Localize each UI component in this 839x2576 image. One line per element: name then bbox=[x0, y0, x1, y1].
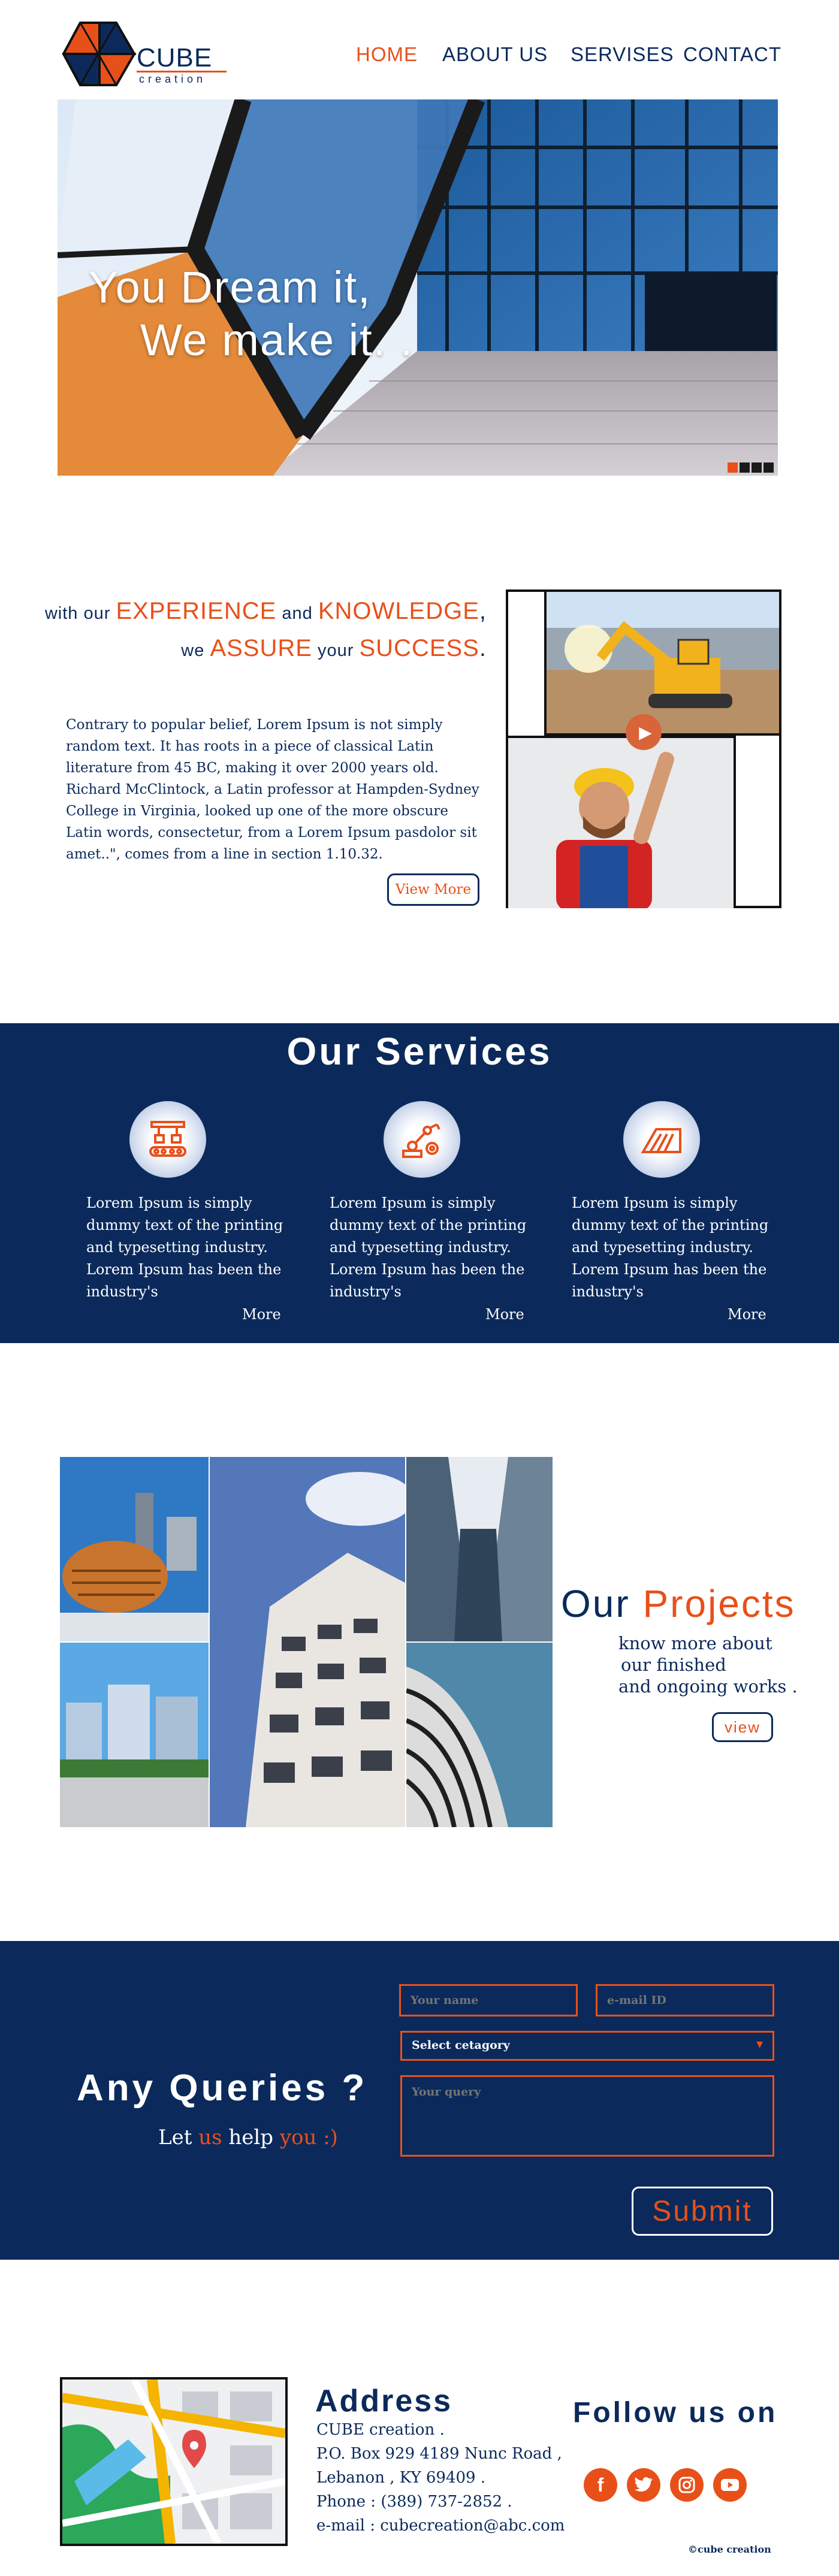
projects-collage bbox=[60, 1457, 553, 1827]
services-title: Our Services bbox=[286, 1030, 553, 1073]
slider-dot-1[interactable] bbox=[728, 462, 738, 473]
projects-view-button[interactable]: view bbox=[712, 1712, 773, 1742]
address-email[interactable]: e-mail : cubecreation@abc.com bbox=[316, 2514, 565, 2538]
instagram-icon bbox=[678, 2477, 695, 2493]
intro-paragraph: Contrary to popular belief, Lorem Ipsum … bbox=[66, 717, 479, 862]
robotic-arm-icon bbox=[402, 1123, 440, 1158]
facebook-icon: f bbox=[597, 2474, 604, 2496]
service-1-icon-wrap bbox=[129, 1101, 206, 1178]
service-3-more-link[interactable]: More bbox=[728, 1306, 766, 1323]
queries-title: Any Queries ? bbox=[77, 2067, 368, 2109]
excavator-image bbox=[544, 592, 779, 736]
location-map[interactable] bbox=[60, 2377, 288, 2546]
address-title: Address bbox=[315, 2384, 453, 2418]
category-selected-value: Select cetagory bbox=[412, 2039, 510, 2052]
service-1-text: Lorem Ipsum is simply dummy text of the … bbox=[86, 1195, 283, 1300]
project-tile-3[interactable] bbox=[210, 1457, 405, 1827]
brand-tagline: creation bbox=[139, 73, 207, 85]
queries-subtitle: Let us help you :) bbox=[158, 2125, 338, 2149]
intro-media-frame: ▶ bbox=[506, 589, 781, 908]
follow-title: Follow us on bbox=[573, 2397, 778, 2429]
project-tile-1[interactable] bbox=[60, 1457, 209, 1641]
service-1-more-link[interactable]: More bbox=[242, 1306, 281, 1323]
twitter-icon bbox=[635, 2477, 653, 2492]
brand-underline bbox=[137, 71, 227, 72]
service-2-text: Lorem Ipsum is simply dummy text of the … bbox=[330, 1195, 527, 1300]
intro-headline-2: we ASSURE your SUCCESS. bbox=[181, 635, 487, 661]
hero-line-2: We make it. . bbox=[140, 315, 414, 365]
hero-line-1: You Dream it, bbox=[89, 262, 372, 312]
play-video-button[interactable]: ▶ bbox=[626, 714, 662, 750]
facebook-button[interactable]: f bbox=[584, 2468, 617, 2502]
youtube-icon bbox=[721, 2479, 739, 2491]
query-textarea[interactable] bbox=[400, 2075, 774, 2157]
nav-home[interactable]: HOME bbox=[356, 43, 418, 66]
project-tile-2[interactable] bbox=[60, 1643, 209, 1827]
projects-sub-1: know more about bbox=[618, 1633, 772, 1653]
brand-logo[interactable]: CUBE creation bbox=[62, 20, 236, 87]
email-input[interactable] bbox=[596, 1984, 774, 2016]
building-blueprint-icon bbox=[641, 1128, 681, 1153]
worker-image bbox=[508, 736, 736, 908]
address-line-2: P.O. Box 929 4189 Nunc Road , bbox=[316, 2445, 562, 2463]
address-line-4: Phone : (389) 737-2852 . bbox=[316, 2493, 512, 2511]
youtube-button[interactable] bbox=[713, 2468, 747, 2502]
play-icon: ▶ bbox=[639, 722, 652, 742]
nav-contact[interactable]: CONTACT bbox=[683, 43, 781, 66]
projects-sub-2: our finished bbox=[621, 1655, 726, 1675]
service-3-text: Lorem Ipsum is simply dummy text of the … bbox=[572, 1195, 769, 1300]
submit-button[interactable]: Submit bbox=[632, 2187, 773, 2236]
address-line-1: CUBE creation . bbox=[316, 2421, 445, 2439]
projects-title: Our Projects bbox=[561, 1582, 796, 1625]
service-2-more-link[interactable]: More bbox=[485, 1306, 524, 1323]
slider-dot-4[interactable] bbox=[763, 462, 774, 473]
copyright: ©cube creation bbox=[688, 2544, 771, 2555]
slider-dot-3[interactable] bbox=[752, 462, 762, 473]
chevron-down-icon: ▼ bbox=[756, 2040, 763, 2049]
intro-headline-1: with our EXPERIENCE and KNOWLEDGE, bbox=[44, 598, 487, 624]
view-more-button[interactable]: View More bbox=[387, 873, 479, 906]
hero-banner: You Dream it, We make it. . bbox=[58, 99, 778, 476]
service-3-icon-wrap bbox=[623, 1101, 700, 1178]
project-tile-4[interactable] bbox=[406, 1457, 553, 1641]
name-input[interactable] bbox=[399, 1984, 578, 2016]
project-tile-5[interactable] bbox=[406, 1643, 553, 1827]
conveyor-machine-icon bbox=[149, 1121, 186, 1157]
projects-sub-3: and ongoing works . bbox=[618, 1676, 798, 1697]
brand-name: CUBE bbox=[137, 43, 213, 72]
slider-dot-2[interactable] bbox=[740, 462, 750, 473]
category-select[interactable]: Select cetagory ▼ bbox=[400, 2031, 774, 2061]
address-line-3: Lebanon , KY 69409 . bbox=[316, 2469, 486, 2487]
service-2-icon-wrap bbox=[384, 1101, 460, 1178]
twitter-button[interactable] bbox=[627, 2468, 660, 2502]
instagram-button[interactable] bbox=[670, 2468, 704, 2502]
nav-services[interactable]: SERVISES bbox=[571, 43, 674, 66]
nav-about-us[interactable]: ABOUT US bbox=[442, 43, 548, 66]
